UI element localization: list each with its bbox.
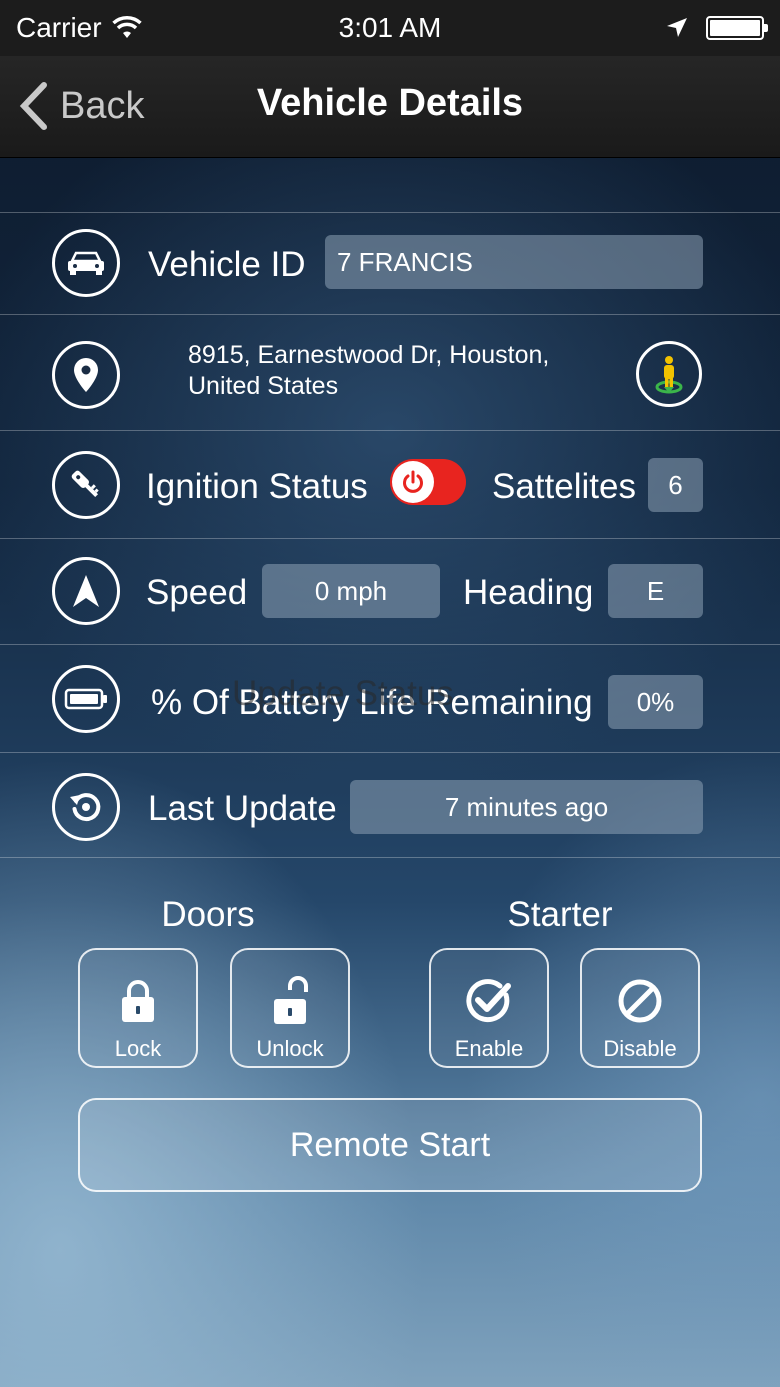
key-icon bbox=[52, 451, 120, 519]
vehicle-id-value: 7 FRANCIS bbox=[337, 246, 473, 277]
doors-section-label: Doors bbox=[161, 895, 255, 934]
last-update-field: 7 minutes ago bbox=[350, 780, 703, 834]
compass-arrow-icon bbox=[52, 557, 120, 625]
wifi-icon bbox=[111, 16, 142, 38]
street-view-person-icon bbox=[655, 356, 683, 394]
unlock-button[interactable]: Unlock bbox=[230, 948, 350, 1068]
status-bar: Carrier 3:01 AM bbox=[0, 0, 780, 56]
location-row: 8915, Earnestwood Dr, Houston, United St… bbox=[0, 314, 780, 430]
map-pin-icon bbox=[52, 341, 120, 409]
prohibited-icon bbox=[618, 979, 662, 1023]
lock-icon bbox=[122, 980, 154, 1022]
disable-button[interactable]: Disable bbox=[580, 948, 700, 1068]
car-icon bbox=[52, 229, 120, 297]
ignition-status-label: Ignition Status bbox=[146, 467, 368, 506]
unlock-label: Unlock bbox=[256, 1036, 324, 1061]
remote-start-button[interactable]: Remote Start bbox=[78, 1098, 702, 1192]
street-view-button[interactable] bbox=[636, 341, 702, 407]
vehicle-id-row: Vehicle ID 7 FRANCIS bbox=[0, 212, 780, 314]
battery-label: % Of Battery Life Remaining bbox=[151, 683, 593, 722]
btn-icon-wrap bbox=[119, 974, 157, 1028]
screen: Carrier 3:01 AM Back Vehicle Details Veh… bbox=[0, 0, 780, 1387]
enable-button[interactable]: Enable bbox=[429, 948, 549, 1068]
location-arrow-icon bbox=[666, 18, 687, 37]
btn-icon-wrap bbox=[466, 974, 512, 1028]
battery-value: 0% bbox=[636, 686, 675, 717]
lock-button[interactable]: Lock bbox=[78, 948, 198, 1068]
btn-icon-wrap bbox=[271, 974, 309, 1028]
speed-label: Speed bbox=[146, 573, 248, 612]
satellites-field: 6 bbox=[648, 458, 703, 512]
heading-field: E bbox=[608, 564, 703, 618]
ignition-toggle[interactable] bbox=[390, 459, 466, 505]
vehicle-id-label: Vehicle ID bbox=[148, 245, 306, 284]
btn-icon-wrap bbox=[617, 974, 663, 1028]
satellites-value: 6 bbox=[668, 469, 683, 500]
nav-bar: Back Vehicle Details bbox=[0, 56, 780, 158]
remote-start-label: Remote Start bbox=[289, 1125, 491, 1164]
ignition-row: Ignition Status Sattelites 6 bbox=[0, 430, 780, 538]
status-right bbox=[544, 16, 768, 40]
enable-label: Enable bbox=[454, 1036, 524, 1061]
speed-row: Speed 0 mph Heading E bbox=[0, 538, 780, 644]
last-update-value: 7 minutes ago bbox=[444, 791, 609, 822]
page-title: Vehicle Details bbox=[256, 82, 524, 124]
status-left: Carrier bbox=[16, 12, 236, 44]
heading-label: Heading bbox=[463, 573, 594, 612]
status-time: 3:01 AM bbox=[338, 12, 442, 43]
last-update-label: Last Update bbox=[148, 789, 337, 828]
battery-icon bbox=[705, 16, 768, 40]
vehicle-id-field: 7 FRANCIS bbox=[325, 235, 703, 289]
unlock-icon bbox=[274, 976, 308, 1024]
speed-value: 0 mph bbox=[314, 575, 388, 606]
power-icon bbox=[403, 470, 423, 493]
battery-level-icon bbox=[52, 665, 120, 733]
satellites-label: Sattelites bbox=[492, 467, 636, 506]
lock-label: Lock bbox=[114, 1036, 162, 1061]
toggle-knob bbox=[392, 461, 434, 503]
carrier-label: Carrier bbox=[16, 12, 102, 43]
last-update-row: Last Update 7 minutes ago bbox=[0, 752, 780, 858]
heading-value: E bbox=[646, 575, 665, 606]
address-line-1: 8915, Earnestwood Dr, Houston, bbox=[188, 341, 550, 369]
check-circle-icon bbox=[466, 979, 511, 1023]
refresh-icon bbox=[52, 773, 120, 841]
disable-label: Disable bbox=[603, 1036, 677, 1061]
address-line-2: United States bbox=[188, 372, 339, 400]
battery-row: % Of Battery Life Remaining 0% bbox=[0, 644, 780, 752]
battery-field: 0% bbox=[608, 675, 703, 729]
starter-section-label: Starter bbox=[507, 895, 613, 934]
speed-field: 0 mph bbox=[262, 564, 440, 618]
